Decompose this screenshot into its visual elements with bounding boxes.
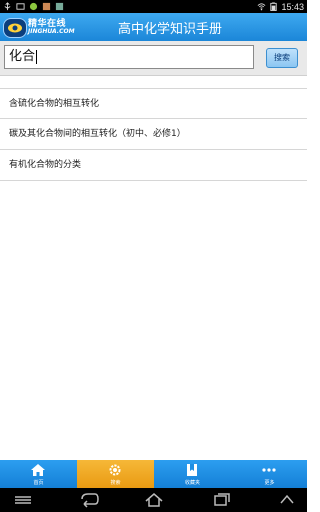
app-logo: 精华在线 JINGHUA.COM [3,15,75,39]
tab-more[interactable]: 更多 [231,460,308,488]
list-item[interactable]: 含硫化合物的相互转化 [0,88,307,119]
screenshot-icon[interactable] [12,491,34,509]
recent-apps-icon[interactable] [210,491,232,509]
bottom-tab-bar: 首页 搜索 收藏夹 更多 [0,460,307,488]
page-title: 高中化学知识手册 [117,22,222,37]
logo-badge [3,18,27,38]
tab-home[interactable]: 首页 [0,460,77,488]
photo-icon [55,2,64,11]
screen-icon [16,3,25,10]
tab-search[interactable]: 搜索 [77,460,154,488]
tab-label: 搜索 [110,480,121,486]
more-dots-icon [262,468,276,472]
status-bar: 15:43 [0,0,307,13]
bookmark-icon [187,464,197,476]
text-caret [36,49,38,64]
image-icon [42,2,51,11]
tab-label: 首页 [33,480,44,486]
battery-icon [270,2,278,11]
search-bar: 化合 搜索 [0,41,307,76]
clock: 15:43 [281,1,304,12]
gear-icon [109,464,121,476]
home-icon [31,464,45,476]
system-nav-bar [0,488,307,512]
tab-label: 更多 [264,480,275,486]
app-header: 精华在线 JINGHUA.COM 高中化学知识手册 [0,13,307,41]
list-item[interactable]: 碳及其化合物间的相互转化（初中、必修1） [0,119,307,150]
back-icon[interactable] [78,491,100,509]
wifi-icon [258,3,266,11]
usb-icon [4,2,11,11]
results-list: 含硫化合物的相互转化 碳及其化合物间的相互转化（初中、必修1） 有机化合物的分类 [0,88,307,181]
logo-domain: JINGHUA.COM [28,28,75,35]
tab-label: 收藏夹 [184,480,200,486]
home-nav-icon[interactable] [143,491,165,509]
notification-icons [3,1,64,12]
tab-favorites[interactable]: 收藏夹 [154,460,231,488]
system-status: 15:43 [257,0,304,13]
up-arrow-icon[interactable] [276,491,298,509]
logo-eye-icon [8,23,22,33]
search-input[interactable]: 化合 [4,45,254,69]
app-icon [29,2,38,11]
search-button[interactable]: 搜索 [266,48,298,68]
search-input-value: 化合 [9,49,36,64]
list-item[interactable]: 有机化合物的分类 [0,150,307,181]
